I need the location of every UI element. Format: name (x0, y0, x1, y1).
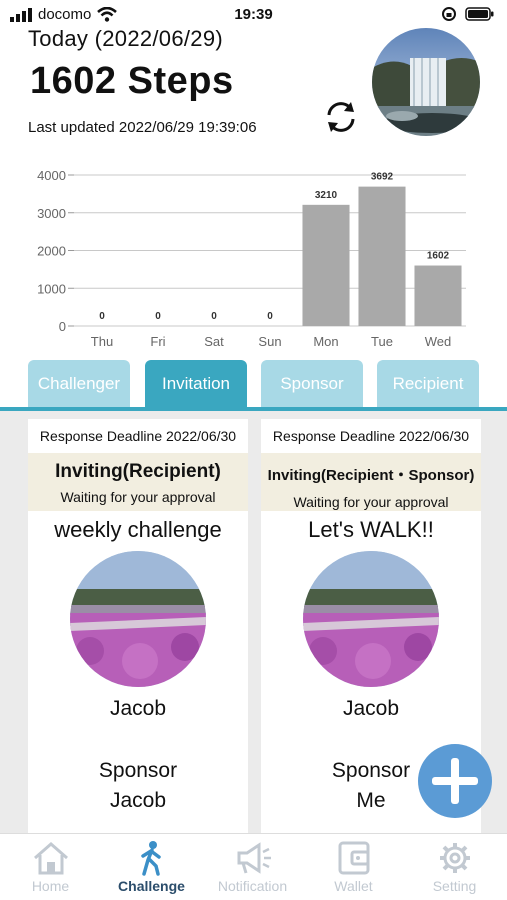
status-time: 19:39 (234, 6, 273, 23)
waterfall-image (372, 28, 480, 136)
challenge-photo (303, 551, 439, 687)
y-tick-label: 1000 (37, 281, 66, 296)
challenge-photo (70, 551, 206, 687)
chart-bar (414, 265, 462, 326)
y-tick-label: 3000 (37, 206, 66, 221)
status-subtitle: Waiting for your approval (60, 489, 216, 505)
status-title: Inviting(Recipient) (55, 461, 221, 482)
nav-home-label: Home (31, 878, 70, 894)
home-icon (33, 842, 68, 875)
invitation-status: Inviting(Recipient) Waiting for your app… (28, 453, 248, 511)
data-label: 0 (267, 311, 273, 322)
x-tick-label: Tue (371, 334, 393, 349)
nav-challenge[interactable]: Challenge (101, 836, 202, 900)
y-tick-label: 0 (59, 319, 66, 334)
nav-wallet-label: Wallet (334, 878, 373, 894)
data-label: 3692 (371, 172, 394, 183)
y-tick-label: 2000 (37, 244, 66, 259)
x-tick-label: Thu (91, 334, 113, 349)
tab-challenger[interactable]: Challenger (28, 360, 130, 408)
status-right (441, 6, 495, 22)
step-count: 1602 Steps (30, 60, 234, 102)
recipient-name: Jacob (342, 697, 400, 720)
tab-recipient[interactable]: Recipient (377, 360, 479, 408)
status-subtitle: Waiting for your approval (293, 494, 449, 510)
chart-bar (302, 204, 350, 326)
gear-icon (439, 843, 470, 873)
refresh-icon[interactable] (320, 96, 362, 138)
tab-sponsor[interactable]: Sponsor (261, 360, 363, 408)
plus-icon (432, 758, 478, 804)
invitation-status: Inviting(Recipient・Sponsor) Waiting for … (261, 453, 481, 511)
data-label: 0 (211, 311, 217, 322)
walker-icon (140, 841, 161, 876)
challenge-name: weekly challenge (54, 517, 222, 542)
tab-invitation[interactable]: Invitation (145, 360, 247, 408)
y-tick-label: 4000 (37, 168, 66, 183)
wallet-icon (338, 841, 369, 875)
flower-field-image (70, 551, 206, 687)
nav-challenge-label: Challenge (118, 878, 185, 894)
battery-icon (465, 7, 494, 21)
profile-avatar[interactable] (372, 28, 480, 136)
x-tick-label: Sat (204, 334, 224, 349)
tab-bar: Challenger Invitation Sponsor Recipient (0, 360, 507, 412)
orientation-lock-icon (442, 7, 456, 21)
bottom-nav: Home Challenge Notification Wallet Setti… (0, 833, 507, 900)
x-tick-label: Mon (313, 334, 338, 349)
nav-setting-label: Setting (432, 878, 477, 894)
sponsor-label: Sponsor (98, 759, 178, 782)
chart-bar (358, 186, 406, 326)
nav-setting[interactable]: Setting (404, 836, 505, 900)
x-tick-label: Fri (150, 334, 165, 349)
challenge-name: Let's WALK!! (308, 517, 434, 542)
data-label: 0 (99, 311, 105, 322)
x-tick-label: Wed (425, 334, 452, 349)
status-title: Inviting(Recipient・Sponsor) (267, 467, 475, 484)
response-deadline: Response Deadline 2022/06/30 (272, 428, 470, 444)
nav-wallet[interactable]: Wallet (303, 836, 404, 900)
add-challenge-button[interactable] (418, 744, 492, 818)
sponsor-name: Jacob (109, 789, 167, 812)
data-label: 0 (155, 311, 161, 322)
invitation-card[interactable]: Response Deadline 2022/06/30 Inviting(Re… (28, 419, 248, 833)
flower-field-image (303, 551, 439, 687)
data-label: 3210 (315, 190, 338, 201)
megaphone-icon (237, 842, 271, 874)
nav-notification-label: Notification (217, 878, 288, 894)
nav-notification[interactable]: Notification (202, 836, 303, 900)
steps-chart: 0 1000 2000 3000 4000 0 Thu 0 Fri 0 Sat 0 Sun 3210 Mon… (37, 168, 466, 349)
x-tick-label: Sun (258, 334, 281, 349)
last-updated: Last updated 2022/06/29 19:39:06 (28, 119, 257, 136)
today-date: Today (2022/06/29) (28, 26, 223, 51)
data-label: 1602 (427, 251, 450, 262)
response-deadline: Response Deadline 2022/06/30 (39, 428, 237, 444)
recipient-name: Jacob (109, 697, 167, 720)
nav-home[interactable]: Home (0, 836, 101, 900)
